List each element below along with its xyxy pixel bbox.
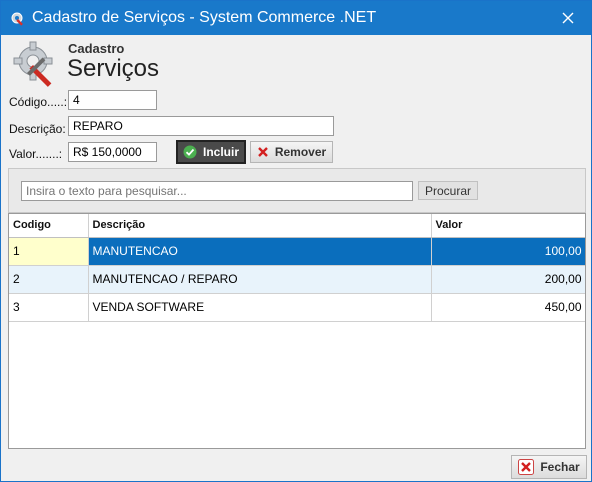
window: Cadastro de Serviços - System Commerce .… bbox=[0, 0, 592, 482]
settings-tools-icon bbox=[11, 12, 23, 26]
incluir-label: Incluir bbox=[202, 145, 239, 159]
fechar-button[interactable]: Fechar bbox=[511, 455, 587, 479]
remover-button[interactable]: Remover bbox=[250, 141, 333, 163]
descricao-field[interactable]: REPARO bbox=[68, 116, 334, 136]
x-icon bbox=[257, 147, 268, 157]
procurar-button[interactable]: Procurar bbox=[418, 181, 478, 200]
valor-field[interactable]: R$ 150,0000 bbox=[68, 142, 157, 162]
cell-codigo[interactable]: 1 bbox=[9, 237, 89, 266]
close-x-icon bbox=[518, 459, 535, 475]
title-bar: Cadastro de Serviços - System Commerce .… bbox=[1, 1, 591, 35]
search-input[interactable] bbox=[21, 181, 413, 201]
table-header: Codigo Descrição Valor bbox=[9, 214, 585, 238]
column-header-descricao[interactable]: Descrição bbox=[88, 214, 432, 238]
check-icon bbox=[183, 145, 197, 159]
cell-valor[interactable]: 100,00 bbox=[431, 237, 585, 266]
column-header-codigo[interactable]: Codigo bbox=[9, 214, 89, 238]
table-row[interactable]: 1 MANUTENCAO 100,00 bbox=[9, 237, 585, 266]
services-table: Codigo Descrição Valor 1 MANUTENCAO 100,… bbox=[8, 213, 586, 449]
close-icon bbox=[562, 12, 574, 24]
fechar-label: Fechar bbox=[540, 460, 580, 474]
cell-codigo[interactable]: 3 bbox=[9, 293, 89, 322]
table-row[interactable]: 3 VENDA SOFTWARE 450,00 bbox=[9, 293, 585, 322]
valor-label: Valor.......: bbox=[9, 147, 63, 161]
cell-descricao[interactable]: MANUTENCAO / REPARO bbox=[88, 265, 432, 294]
cell-valor[interactable]: 200,00 bbox=[431, 265, 585, 294]
incluir-button[interactable]: Incluir bbox=[176, 140, 246, 164]
close-button[interactable] bbox=[545, 1, 591, 35]
table-row[interactable]: 2 MANUTENCAO / REPARO 200,00 bbox=[9, 265, 585, 294]
codigo-label: Código.....: bbox=[9, 95, 68, 109]
header-subtitle: Cadastro bbox=[68, 41, 125, 56]
gear-tools-icon bbox=[13, 41, 53, 87]
cell-descricao[interactable]: MANUTENCAO bbox=[88, 237, 432, 266]
remover-label: Remover bbox=[274, 145, 327, 159]
column-header-valor[interactable]: Valor bbox=[431, 214, 585, 238]
cell-valor[interactable]: 450,00 bbox=[431, 293, 585, 322]
cell-descricao[interactable]: VENDA SOFTWARE bbox=[88, 293, 432, 322]
window-title: Cadastro de Serviços - System Commerce .… bbox=[32, 9, 377, 26]
descricao-label: Descrição: bbox=[9, 122, 66, 136]
header-title: Serviços bbox=[67, 55, 160, 82]
codigo-field[interactable]: 4 bbox=[68, 90, 157, 110]
cell-codigo[interactable]: 2 bbox=[9, 265, 89, 294]
